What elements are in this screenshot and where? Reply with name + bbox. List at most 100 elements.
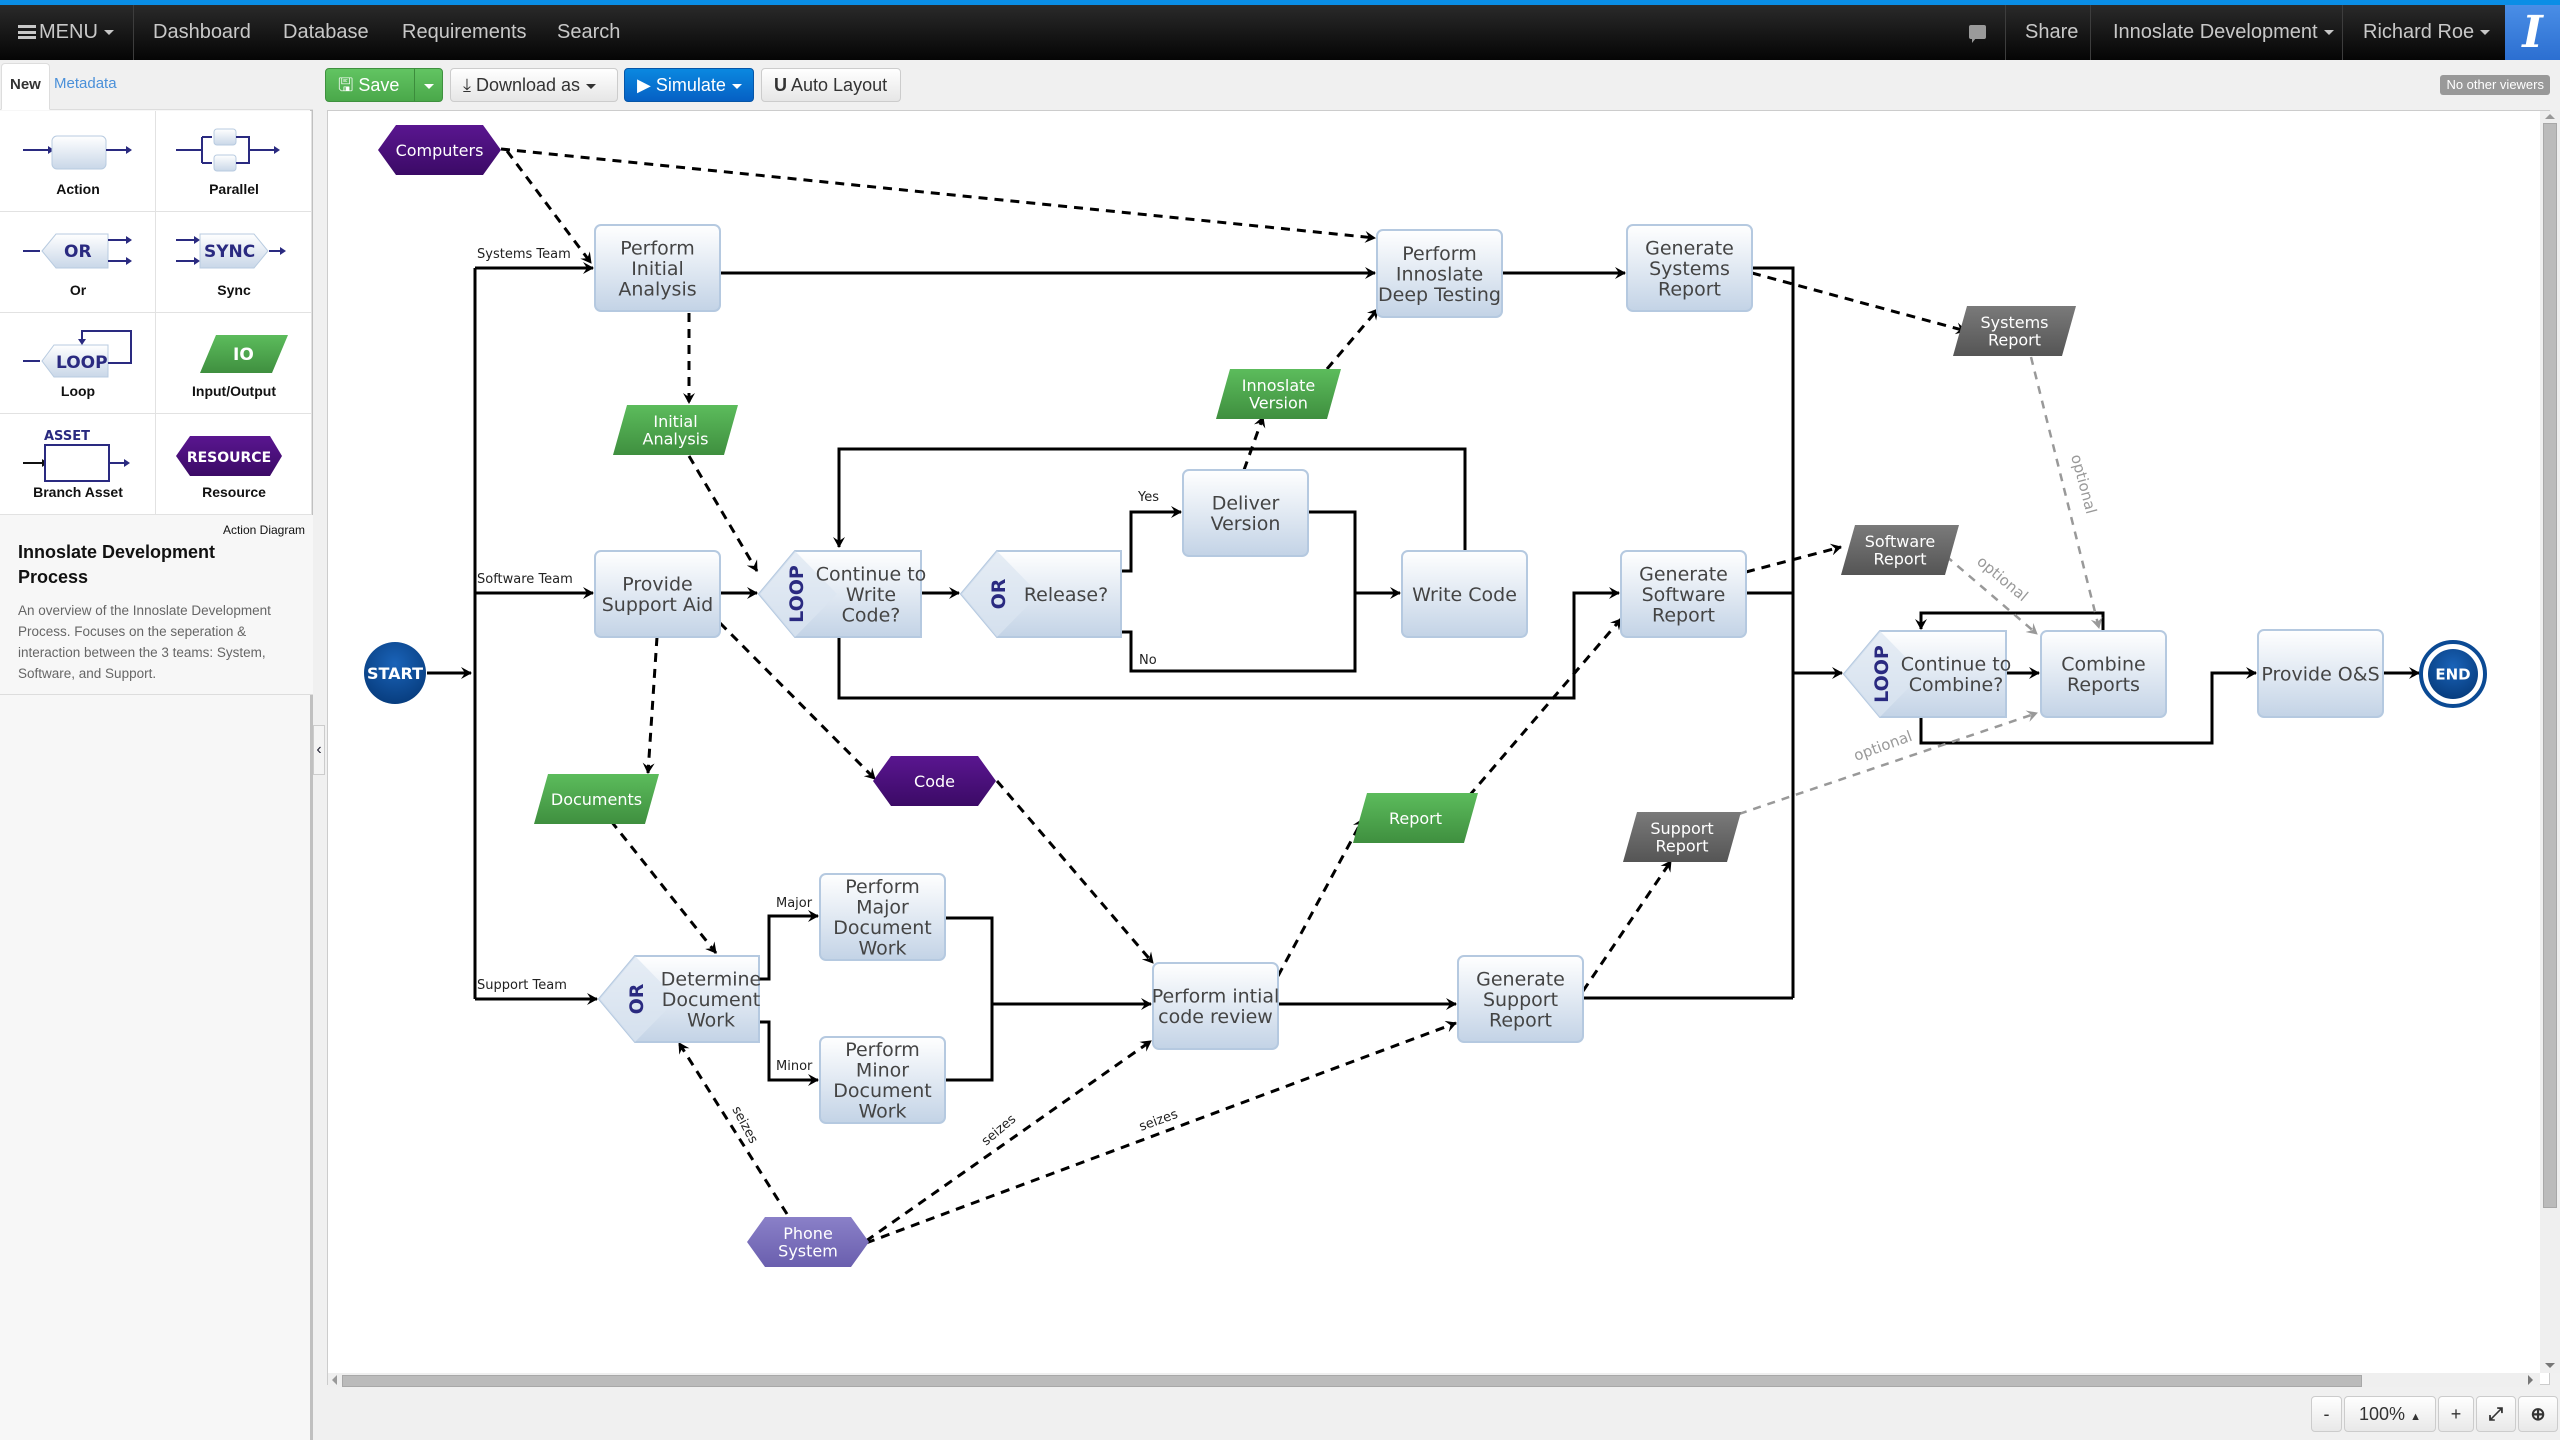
action-generate-support-report[interactable]: GenerateSupportReport [1457, 955, 1584, 1043]
decision-continue-combine[interactable]: LOOP Continue toCombine? [1842, 630, 2011, 718]
nav-search[interactable]: Search [537, 5, 640, 60]
node-label: Documents [551, 790, 642, 809]
branch-label: Yes [1137, 490, 1159, 505]
node-label: Write Code [1412, 584, 1517, 606]
user-dropdown[interactable]: Richard Roe [2343, 5, 2510, 60]
io-initial-analysis[interactable]: InitialAnalysis [613, 405, 738, 455]
resource-computers[interactable]: Computers [378, 125, 501, 175]
nav-requirements[interactable]: Requirements [382, 5, 547, 60]
scroll-up-icon[interactable] [2545, 114, 2555, 119]
simulate-button[interactable]: ▶ Simulate [624, 68, 754, 102]
caret-down-icon [423, 83, 434, 89]
node-label: Perform intial [1152, 986, 1280, 1008]
action-provide-os[interactable]: Provide O&S [2257, 629, 2384, 718]
decision-determine-doc-work[interactable]: OR DetermineDocumentWork [597, 955, 761, 1043]
main-menu-button[interactable]: MENU [0, 5, 134, 60]
edge-label: seizes [1137, 1107, 1180, 1135]
tab-metadata[interactable]: Metadata [46, 63, 125, 110]
zoom-in-button[interactable]: + [2438, 1396, 2474, 1432]
scroll-left-icon[interactable] [332, 1375, 337, 1385]
chat-icon[interactable] [1969, 25, 1986, 43]
io-support-report[interactable]: SupportReport [1623, 812, 1741, 862]
edge [609, 820, 718, 954]
play-icon: ▶ [637, 75, 651, 95]
fit-to-screen-button[interactable]: ⤢ [2476, 1396, 2516, 1432]
end-node[interactable]: END [2419, 640, 2487, 708]
action-provide-support-aid[interactable]: ProvideSupport Aid [594, 550, 721, 638]
collapse-sidebar-handle[interactable]: ‹ [313, 725, 325, 775]
node-label: Perform [845, 1039, 920, 1061]
palette-loop[interactable]: LOOP Loop [0, 313, 156, 414]
io-documents[interactable]: Documents [534, 774, 659, 824]
nav-dashboard[interactable]: Dashboard [133, 5, 271, 60]
io-systems-report[interactable]: SystemsReport [1953, 306, 2076, 356]
scroll-thumb[interactable] [342, 1375, 2362, 1387]
action-perform-minor-doc[interactable]: PerformMinorDocumentWork [819, 1036, 946, 1124]
magnifier-plus-icon: ⊕ [2530, 1404, 2546, 1424]
action-generate-software-report[interactable]: GenerateSoftwareReport [1620, 550, 1747, 638]
action-perform-deep-testing[interactable]: PerformInnoslateDeep Testing [1376, 229, 1503, 318]
nav-database[interactable]: Database [263, 5, 389, 60]
action-diagram: Systems Team Software Team Support Team … [364, 125, 2487, 1267]
scroll-down-icon[interactable] [2545, 1363, 2555, 1368]
io-software-report[interactable]: SoftwareReport [1841, 525, 1959, 575]
innoslate-logo[interactable]: I [2505, 5, 2560, 60]
download-as-button[interactable]: ⤓ Download as [450, 68, 618, 102]
sidebar: New Metadata Action Parallel OR Or SYNC … [0, 60, 313, 1440]
node-label: System [778, 1241, 838, 1260]
io-report[interactable]: Report [1353, 793, 1478, 843]
edge [1325, 308, 1380, 370]
palette-label: Loop [60, 383, 96, 399]
action-generate-systems-report[interactable]: GenerateSystemsReport [1626, 224, 1753, 312]
zoom-out-button[interactable]: - [2311, 1396, 2342, 1432]
palette-branch-asset[interactable]: ASSET Branch Asset [0, 414, 156, 515]
action-perform-initial-analysis[interactable]: PerformInitialAnalysis [594, 224, 721, 312]
tab-new[interactable]: New [1, 63, 50, 110]
action-perform-code-review[interactable]: Perform intialcode review [1152, 962, 1280, 1050]
branch-label: Minor [776, 1059, 813, 1074]
project-dropdown[interactable]: Innoslate Development [2093, 5, 2354, 60]
node-label: Report [1658, 278, 1721, 300]
resource-code[interactable]: Code [873, 756, 996, 806]
io-innoslate-version[interactable]: InnoslateVersion [1216, 369, 1341, 419]
node-label: Perform [1402, 243, 1477, 265]
share-button[interactable]: Share [2005, 5, 2098, 60]
save-button[interactable]: 🖫 Save [325, 68, 443, 102]
node-label: Initial [653, 412, 697, 431]
node-label: Report [1489, 1009, 1552, 1031]
scroll-right-icon[interactable] [2528, 1375, 2533, 1385]
palette-parallel[interactable]: Parallel [156, 111, 312, 212]
node-label: Version [1249, 393, 1308, 412]
auto-layout-button[interactable]: U Auto Layout [761, 68, 901, 102]
zoom-level-dropdown[interactable]: 100% ▲ [2344, 1396, 2436, 1432]
palette-resource[interactable]: RESOURCE Resource [156, 414, 312, 515]
action-write-code[interactable]: Write Code [1401, 550, 1528, 638]
palette-action[interactable]: Action [0, 111, 156, 212]
palette-label: Action [56, 181, 100, 197]
node-label: Work [687, 1009, 735, 1031]
node-label: Software [1642, 584, 1726, 606]
decision-continue-write-code[interactable]: LOOP Continue toWriteCode? [757, 550, 926, 638]
palette-sync[interactable]: SYNC Sync [156, 212, 312, 313]
action-deliver-version[interactable]: DeliverVersion [1182, 469, 1309, 557]
resource-phone-system[interactable]: PhoneSystem [747, 1217, 869, 1267]
horizontal-scrollbar[interactable] [328, 1373, 2540, 1387]
palette-or[interactable]: OR Or [0, 212, 156, 313]
palette-io[interactable]: IO Input/Output [156, 313, 312, 414]
action-combine-reports[interactable]: CombineReports [2040, 630, 2167, 718]
resource-icon: RESOURCE [176, 436, 282, 476]
zoom-search-button[interactable]: ⊕ [2518, 1396, 2558, 1432]
diagram-canvas[interactable]: Systems Team Software Team Support Team … [327, 110, 2550, 1385]
action-perform-major-doc[interactable]: PerformMajorDocumentWork [819, 873, 946, 961]
decision-release[interactable]: OR Release? [959, 550, 1122, 638]
vertical-scrollbar[interactable] [2540, 111, 2560, 1373]
edge [1751, 271, 1967, 335]
node-label: Major [856, 897, 909, 919]
start-node[interactable]: START [364, 642, 426, 704]
svg-text:SYNC: SYNC [204, 242, 255, 262]
save-options-dropdown[interactable] [414, 69, 442, 101]
caret-down-icon [2323, 30, 2334, 36]
floppy-icon: 🖫 [338, 75, 354, 95]
scroll-thumb[interactable] [2543, 123, 2557, 1208]
node-label: Analysis [618, 278, 696, 300]
